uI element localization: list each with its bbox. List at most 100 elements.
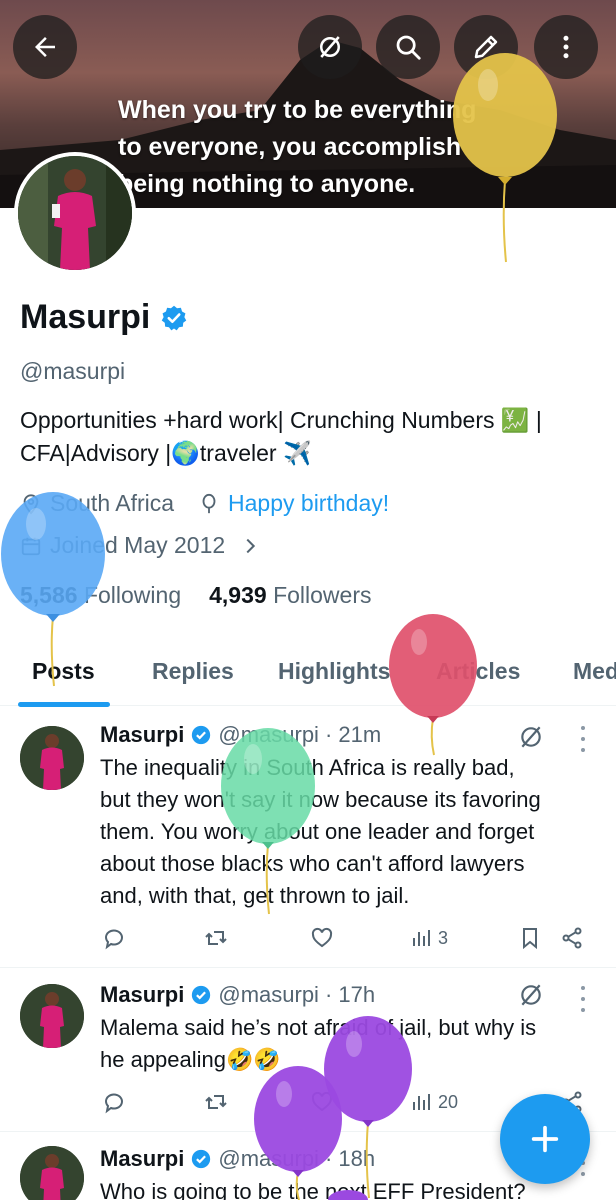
- post-timestamp: · 17h: [324, 982, 376, 1007]
- post-text-line: about those blacks who can't afford lawy…: [100, 851, 525, 876]
- post-avatar-photo: [20, 984, 84, 1048]
- compose-plus-icon: [531, 1125, 559, 1153]
- post-more-icon[interactable]: [574, 726, 592, 752]
- avatar-photo: [18, 156, 132, 270]
- post-avatar[interactable]: [20, 1146, 84, 1200]
- tab-media[interactable]: Media: [573, 658, 616, 685]
- calendar-icon: [21, 537, 41, 555]
- post-header: Masurpi @masurpi · 17h: [100, 982, 375, 1008]
- reply-button[interactable]: [102, 1090, 126, 1114]
- more-vertical-icon: [563, 35, 569, 59]
- verified-badge-icon[interactable]: [160, 304, 188, 332]
- post-author-name[interactable]: Masurpi: [100, 982, 184, 1008]
- following-count: 5,586: [20, 582, 78, 608]
- grok-icon[interactable]: [518, 724, 544, 750]
- post-text-line: them. You worry about one leader and for…: [100, 819, 535, 844]
- compose-button[interactable]: [500, 1094, 590, 1184]
- birthday-link[interactable]: Happy birthday!: [228, 490, 389, 517]
- repost-button[interactable]: [204, 1090, 228, 1114]
- verified-badge-icon: [192, 1149, 211, 1169]
- views-count: 3: [438, 927, 449, 948]
- views-icon: [413, 930, 430, 946]
- back-button[interactable]: [13, 15, 77, 79]
- post-text-line: he appealing🤣🤣: [100, 1047, 281, 1072]
- post-text: The inequality in South Africa is really…: [100, 752, 610, 912]
- post-avatar-photo: [20, 1146, 84, 1200]
- grok-button[interactable]: [298, 15, 362, 79]
- grok-icon: [320, 36, 340, 58]
- following-link[interactable]: 5,586 Following: [20, 582, 181, 609]
- more-options-button[interactable]: [534, 15, 598, 79]
- followers-count: 4,939: [209, 582, 267, 608]
- bio-line: CFA|Advisory |🌍traveler ✈️: [20, 440, 312, 466]
- repost-icon: [205, 931, 227, 945]
- tab-posts[interactable]: Posts: [32, 658, 95, 685]
- banner-quote-line: When you try to be everything: [118, 96, 477, 124]
- share-icon: [562, 927, 582, 949]
- post-author-name[interactable]: Masurpi: [100, 722, 184, 748]
- repost-icon: [205, 1095, 227, 1109]
- bookmark-icon: [523, 928, 537, 950]
- search-icon: [396, 35, 421, 60]
- search-button[interactable]: [376, 15, 440, 79]
- like-button[interactable]: [310, 926, 334, 950]
- banner-quote-line: being nothing to anyone.: [118, 170, 416, 198]
- grok-icon[interactable]: [518, 982, 544, 1008]
- post-text-line: Malema said he’s not afraid of jail, but…: [100, 1015, 537, 1040]
- profile-name: Masurpi: [20, 298, 151, 336]
- views-count: 20: [438, 1091, 459, 1112]
- post-more-icon[interactable]: [574, 986, 592, 1012]
- bookmark-button[interactable]: [518, 926, 542, 950]
- followers-label: Followers: [273, 582, 372, 608]
- profile-location: South Africa: [50, 490, 175, 516]
- post-avatar[interactable]: [20, 984, 84, 1048]
- post-text-line: and, with that, get thrown to jail.: [100, 883, 410, 908]
- post-timestamp: · 21m: [324, 722, 382, 747]
- verified-badge-icon: [192, 985, 211, 1005]
- post-header: Masurpi @masurpi · 18h: [100, 1146, 375, 1172]
- post-avatar[interactable]: [20, 726, 84, 790]
- profile-name-row: Masurpi: [20, 298, 188, 337]
- follow-stats: 5,586 Following 4,939 Followers: [20, 582, 371, 609]
- post-text-line: The inequality in South Africa is really…: [100, 755, 515, 780]
- banner-quote: When you try to be everything to everyon…: [118, 92, 518, 203]
- like-button[interactable]: [310, 1090, 334, 1114]
- tab-articles[interactable]: Articles: [436, 658, 520, 685]
- banner-quote-line: to everyone, you accomplish: [118, 133, 462, 161]
- verified-badge-icon: [192, 725, 211, 745]
- tab-replies[interactable]: Replies: [152, 658, 234, 685]
- tab-highlights[interactable]: Highlights: [278, 658, 390, 685]
- profile-tabs: Posts Replies Highlights Articles Media: [0, 640, 616, 706]
- post-actions: 3: [100, 926, 590, 952]
- followers-link[interactable]: 4,939 Followers: [209, 582, 371, 609]
- post-timestamp: · 18h: [324, 1146, 376, 1171]
- post-author-handle: @masurpi: [218, 1146, 319, 1171]
- share-button[interactable]: [560, 926, 584, 950]
- views-button[interactable]: 3: [410, 926, 448, 950]
- repost-button[interactable]: [204, 926, 228, 950]
- reply-button[interactable]: [102, 926, 126, 950]
- post-item[interactable]: Masurpi @masurpi · 21m The inequality in…: [0, 708, 616, 968]
- post-author-handle: @masurpi: [218, 722, 319, 747]
- post-header: Masurpi @masurpi · 21m: [100, 722, 381, 748]
- reply-icon: [105, 1093, 123, 1114]
- edit-button[interactable]: [454, 15, 518, 79]
- joined-row[interactable]: Joined May 2012: [20, 532, 261, 559]
- like-icon: [311, 1091, 333, 1112]
- post-avatar-photo: [20, 726, 84, 790]
- post-text-line: but they won't say it now because its fa…: [100, 787, 541, 812]
- back-arrow-icon: [35, 37, 55, 57]
- profile-handle: @masurpi: [20, 358, 126, 384]
- profile-bio: Opportunities +hard work| Crunching Numb…: [20, 404, 610, 470]
- location-pin-icon: [23, 493, 39, 515]
- profile-meta-row: South Africa Happy birthday!: [20, 490, 389, 517]
- post-author-name[interactable]: Masurpi: [100, 1146, 184, 1172]
- reply-icon: [105, 929, 123, 950]
- post-author-handle: @masurpi: [218, 982, 319, 1007]
- bio-line: Opportunities +hard work| Crunching Numb…: [20, 407, 542, 433]
- profile-avatar[interactable]: [14, 152, 136, 274]
- birthday-balloon-icon: [202, 493, 216, 513]
- views-icon: [413, 1094, 430, 1110]
- profile-joined: Joined May 2012: [50, 532, 226, 558]
- views-button[interactable]: 20: [410, 1090, 458, 1114]
